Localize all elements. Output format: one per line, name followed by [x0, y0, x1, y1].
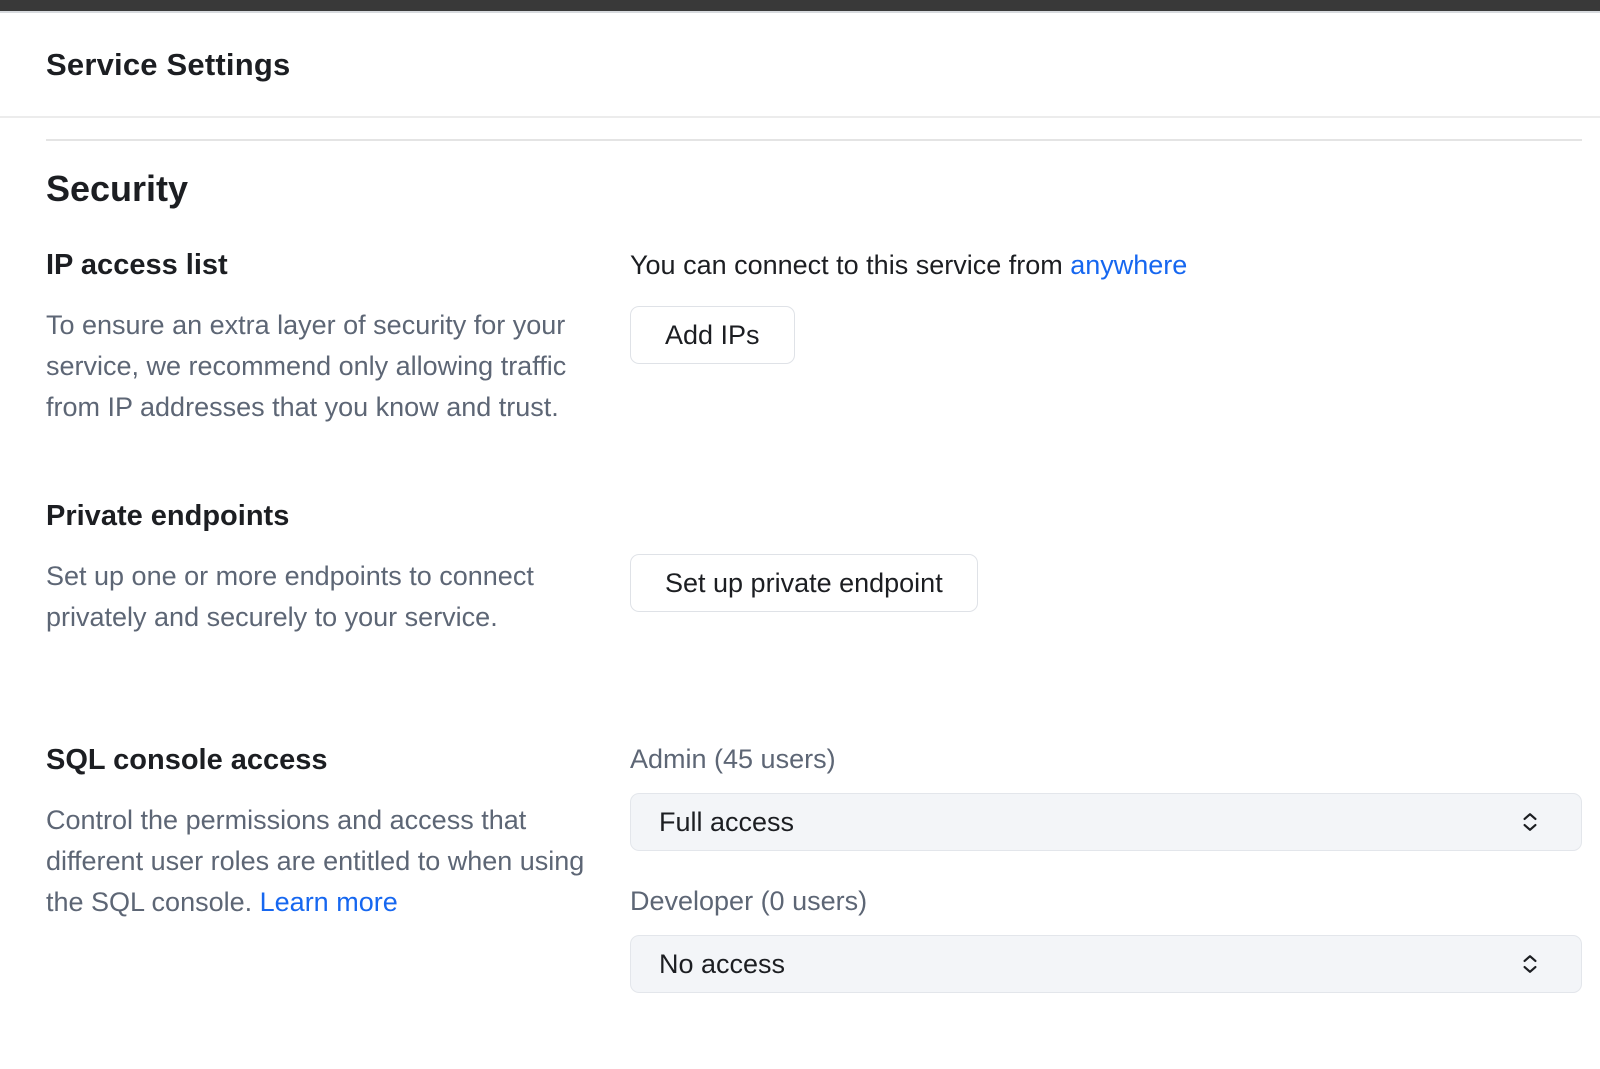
anywhere-link[interactable]: anywhere	[1070, 250, 1187, 280]
setup-private-endpoint-button[interactable]: Set up private endpoint	[630, 554, 978, 612]
ip-access-left: IP access list To ensure an extra layer …	[46, 247, 630, 428]
row-private-endpoints: Private endpoints Set up one or more end…	[46, 498, 1582, 638]
developer-access-select[interactable]: No access	[630, 935, 1582, 993]
page-header: Service Settings	[0, 13, 1600, 118]
developer-access-field: Developer (0 users) No access	[630, 884, 1582, 993]
private-endpoints-description: Set up one or more endpoints to connect …	[46, 556, 586, 638]
section-title-security: Security	[46, 167, 1582, 211]
add-ips-button[interactable]: Add IPs	[630, 306, 795, 364]
ip-access-heading: IP access list	[46, 247, 586, 283]
sql-console-left: SQL console access Control the permissio…	[46, 742, 630, 993]
connect-from-prefix: You can connect to this service from	[630, 250, 1070, 280]
admin-users-label: Admin (45 users)	[630, 742, 1582, 776]
private-endpoints-left: Private endpoints Set up one or more end…	[46, 498, 630, 638]
private-endpoints-right: Set up private endpoint	[630, 498, 1582, 638]
sql-console-right: Admin (45 users) Full access Developer (…	[630, 742, 1582, 993]
sql-console-description: Control the permissions and access that …	[46, 800, 586, 923]
ip-access-description: To ensure an extra layer of security for…	[46, 305, 586, 428]
row-ip-access-list: IP access list To ensure an extra layer …	[46, 247, 1582, 428]
developer-access-value: No access	[659, 949, 785, 980]
chevron-up-down-icon	[1517, 950, 1543, 978]
page-title: Service Settings	[46, 47, 290, 83]
ip-access-right: You can connect to this service from any…	[630, 247, 1582, 428]
chevron-up-down-icon	[1517, 808, 1543, 836]
developer-users-label: Developer (0 users)	[630, 884, 1582, 918]
security-section: Security IP access list To ensure an ext…	[46, 139, 1582, 993]
admin-access-field: Admin (45 users) Full access	[630, 742, 1582, 851]
learn-more-link[interactable]: Learn more	[260, 887, 398, 917]
admin-access-value: Full access	[659, 807, 794, 838]
private-endpoints-heading: Private endpoints	[46, 498, 586, 534]
row-sql-console-access: SQL console access Control the permissio…	[46, 742, 1582, 993]
sql-console-heading: SQL console access	[46, 742, 586, 778]
connect-from-text: You can connect to this service from any…	[630, 247, 1582, 283]
window-top-bar	[0, 0, 1600, 13]
admin-access-select[interactable]: Full access	[630, 793, 1582, 851]
